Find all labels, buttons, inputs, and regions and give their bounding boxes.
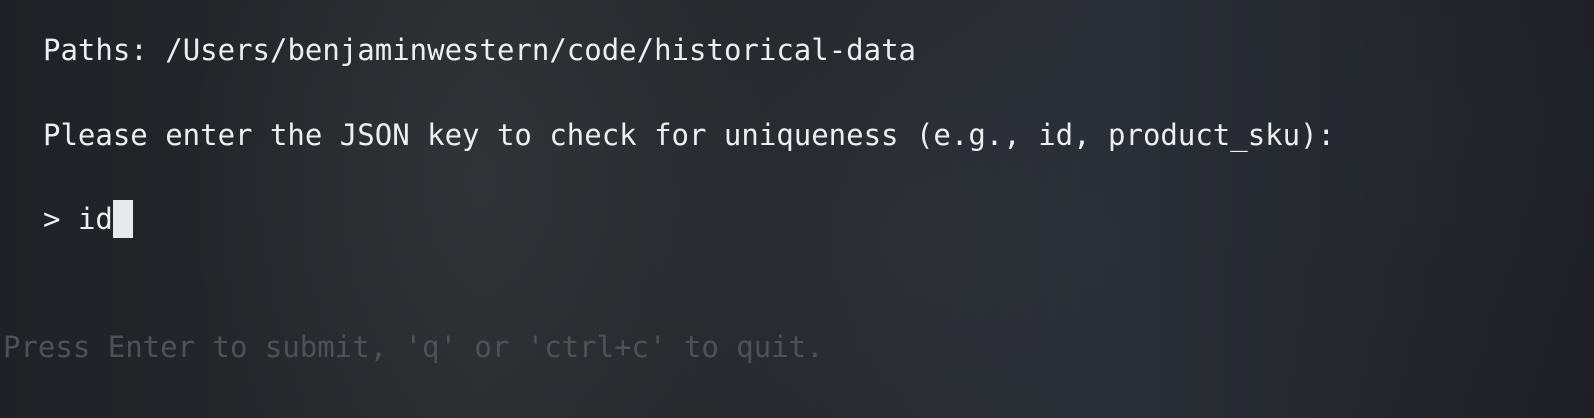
paths-value: /Users/benjaminwestern/code/historical-d… [165,33,916,67]
prompt-text: Please enter the JSON key to check for u… [43,118,1336,152]
help-hint: Press Enter to submit, 'q' or 'ctrl+c' t… [3,330,824,364]
paths-label: Paths: [43,33,148,67]
paths-line: Paths: /Users/benjaminwestern/code/histo… [43,30,916,70]
terminal-window: Paths: /Users/benjaminwestern/code/histo… [0,0,1594,418]
key-input-field[interactable]: > id [43,199,133,239]
input-prompt-symbol: > [43,202,61,236]
text-cursor [112,200,133,238]
key-input-value[interactable]: id [78,202,113,236]
